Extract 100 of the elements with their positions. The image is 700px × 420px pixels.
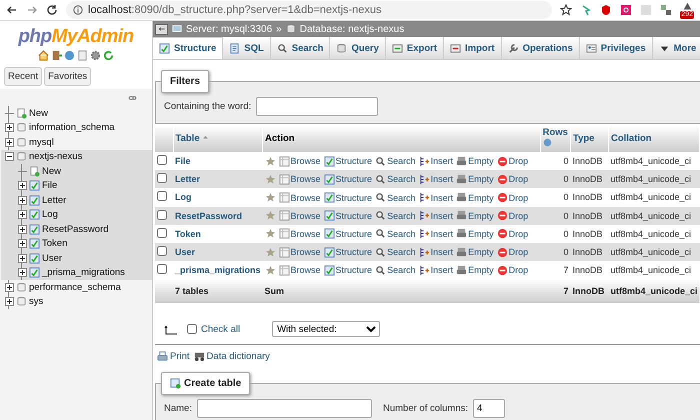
expand-icon[interactable] [18, 268, 27, 278]
back-arrow-icon[interactable] [6, 4, 18, 16]
action-link[interactable]: Structure [324, 228, 372, 240]
table-name-link[interactable]: ResetPassword [175, 210, 242, 221]
expand-icon[interactable] [18, 196, 27, 205]
reload-icon[interactable] [46, 4, 58, 16]
home-icon[interactable] [38, 50, 49, 61]
extension-icon[interactable] [682, 2, 692, 10]
tree-item[interactable]: _prisma_migrations [42, 267, 125, 278]
action-link[interactable]: Browse [278, 228, 321, 240]
tree-item[interactable]: New [42, 166, 62, 177]
tree-item[interactable]: Token [42, 238, 68, 250]
action-link[interactable]: Empty [456, 174, 494, 185]
shield-icon[interactable] [600, 4, 612, 16]
tree-item[interactable]: ResetPassword [42, 224, 109, 235]
row-checkbox[interactable] [157, 228, 167, 238]
nav-tab[interactable]: Structure [153, 37, 224, 59]
nav-tab[interactable]: Privileges [580, 37, 653, 59]
action-link[interactable]: Empty [456, 246, 494, 258]
collapse-icon[interactable] [5, 152, 14, 162]
collation-column-header[interactable]: Collation [608, 125, 700, 152]
favorite-star[interactable] [264, 174, 276, 185]
print-link[interactable]: Data dictionary [194, 351, 270, 362]
nav-tab[interactable]: Query [330, 37, 386, 59]
action-link[interactable]: Structure [324, 156, 372, 167]
js-extension-icon[interactable] [660, 4, 672, 16]
forward-arrow-icon[interactable] [26, 4, 38, 16]
action-link[interactable]: Browse [278, 264, 321, 276]
tree-item[interactable]: Letter [42, 194, 66, 206]
nav-tab[interactable]: Search [270, 37, 330, 59]
expand-icon[interactable] [18, 224, 27, 234]
document-icon[interactable] [77, 50, 88, 61]
favorite-star[interactable] [264, 210, 276, 222]
action-link[interactable]: Browse [278, 210, 321, 222]
with-selected-dropdown[interactable]: With selected: [272, 321, 380, 338]
row-checkbox[interactable] [157, 155, 167, 166]
database-link[interactable]: Database: nextjs-nexus [300, 24, 404, 34]
nav-tab[interactable]: SQL [223, 37, 271, 59]
favorite-star[interactable] [264, 246, 276, 258]
action-link[interactable]: Structure [324, 174, 372, 185]
action-link[interactable]: Empty [456, 228, 494, 240]
action-link[interactable]: Insert [418, 174, 454, 185]
action-link[interactable]: Insert [418, 156, 454, 167]
collapse-sidebar-button[interactable] [155, 24, 168, 34]
row-checkbox[interactable] [157, 191, 167, 202]
expand-icon[interactable] [18, 254, 27, 263]
tree-item[interactable]: performance_schema [29, 282, 121, 293]
row-checkbox[interactable] [157, 210, 167, 220]
expand-icon[interactable] [5, 297, 14, 306]
columns-field[interactable]: 4 [473, 399, 505, 418]
server-link[interactable]: Server: mysql:3306 [186, 24, 272, 34]
action-link[interactable]: Search [375, 174, 416, 185]
table-name-link[interactable]: File [175, 156, 191, 166]
action-link[interactable]: Insert [418, 210, 454, 222]
sidebar-tab[interactable]: Recent [4, 67, 42, 86]
star-icon[interactable] [560, 4, 572, 16]
nav-tab[interactable]: Export [386, 37, 444, 59]
tree-item[interactable]: User [42, 252, 62, 264]
expand-icon[interactable] [5, 282, 14, 292]
action-link[interactable]: Search [375, 228, 416, 240]
tree-item[interactable]: New [29, 108, 48, 119]
tree-item[interactable]: nextjs-nexus [29, 151, 82, 162]
action-link[interactable]: Structure [324, 246, 372, 258]
action-link[interactable]: Empty [456, 264, 494, 276]
action-link[interactable]: Drop [496, 156, 528, 167]
sidebar-tab[interactable]: Favorites [44, 67, 92, 86]
check-all-checkbox[interactable] [187, 324, 197, 334]
action-link[interactable]: Drop [496, 192, 528, 204]
favorite-star[interactable] [264, 156, 276, 167]
nav-tab[interactable]: More [652, 37, 700, 59]
action-link[interactable]: Drop [496, 246, 528, 258]
action-link[interactable]: Insert [418, 192, 454, 204]
settings-icon[interactable] [90, 50, 101, 61]
help-icon[interactable] [64, 50, 75, 61]
gear-square-icon[interactable] [620, 4, 632, 16]
print-link[interactable]: Print [157, 351, 190, 362]
nav-tab[interactable]: Operations [502, 37, 580, 59]
action-link[interactable]: Empty [456, 210, 494, 222]
action-link[interactable]: Browse [278, 156, 321, 167]
action-link[interactable]: Search [375, 210, 416, 222]
expand-icon[interactable] [5, 138, 14, 147]
favorite-star[interactable] [264, 264, 276, 276]
action-link[interactable]: Empty [456, 192, 494, 204]
action-link[interactable]: Browse [278, 246, 321, 258]
filter-field[interactable] [256, 97, 378, 116]
expand-icon[interactable] [18, 181, 27, 190]
tree-item[interactable]: Log [42, 209, 58, 220]
type-column-header[interactable]: Type [570, 125, 608, 152]
action-link[interactable]: Search [375, 264, 416, 276]
favorite-star[interactable] [264, 192, 276, 204]
action-link[interactable]: Search [375, 192, 416, 204]
tree-item[interactable]: File [42, 180, 58, 192]
action-link[interactable]: Search [375, 156, 416, 167]
tree-item[interactable]: mysql [29, 136, 54, 148]
favorite-star[interactable] [264, 228, 276, 240]
action-link[interactable]: Structure [324, 192, 372, 204]
action-link[interactable]: Browse [278, 174, 321, 185]
table-name-link[interactable]: User [175, 247, 196, 258]
table-name-link[interactable]: Token [175, 228, 201, 239]
action-link[interactable]: Structure [324, 210, 372, 222]
